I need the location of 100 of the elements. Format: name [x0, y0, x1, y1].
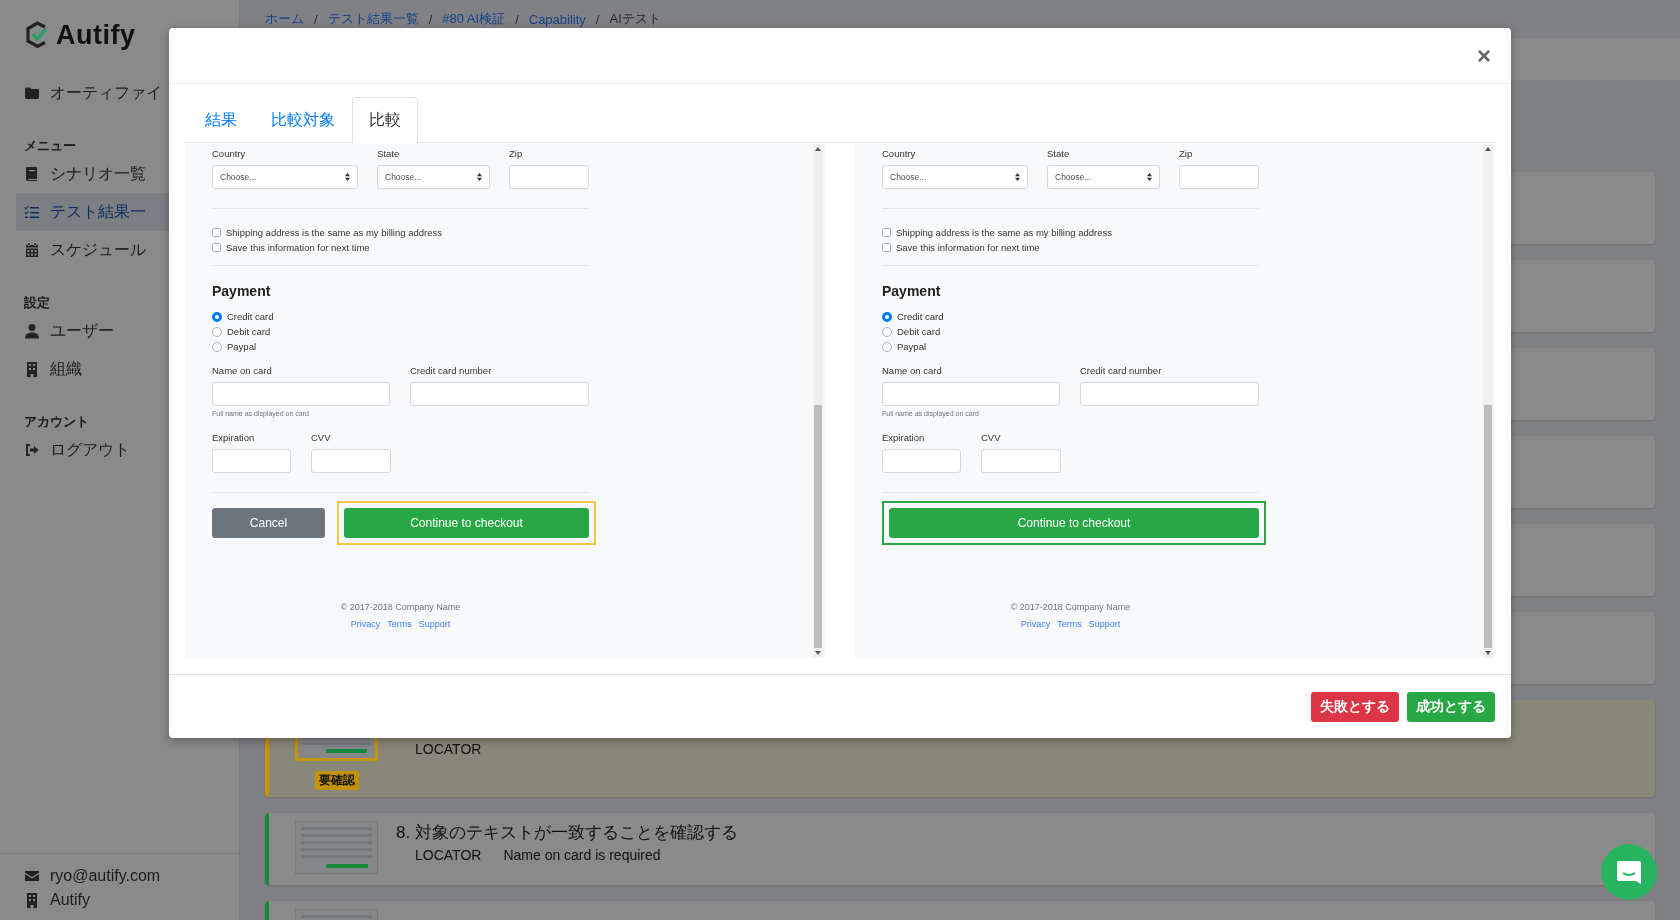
radio-button[interactable]: [212, 341, 222, 352]
scroll-up-icon[interactable]: [1485, 147, 1491, 152]
copyright-text: © 2017-2018 Company Name: [1010, 601, 1131, 614]
nav-item[interactable]: シナリオ一覧: [16, 155, 169, 193]
breadcrumb-separator: /: [314, 11, 318, 27]
input-field[interactable]: [509, 165, 589, 190]
breadcrumb-separator: /: [515, 11, 519, 27]
project-item[interactable]: オーティファイ: [16, 74, 169, 112]
nav-item[interactable]: スケジュール: [16, 231, 169, 269]
select-field[interactable]: Choose...: [1047, 165, 1160, 190]
input-field[interactable]: [882, 449, 961, 474]
checkbox-label: Shipping address is the same as my billing address: [896, 227, 1112, 239]
section-heading: メニュー: [24, 137, 76, 155]
user-icon: [24, 323, 40, 339]
sort-caret-icon: [1015, 173, 1020, 182]
book-icon: [24, 166, 40, 182]
input-field[interactable]: [981, 449, 1061, 474]
select-field[interactable]: Choose...: [882, 165, 1028, 190]
field-label: CVV: [311, 432, 332, 445]
field-label: Name on card: [882, 365, 943, 378]
radio-button[interactable]: [212, 326, 222, 337]
input-field[interactable]: [1179, 165, 1259, 190]
input-field[interactable]: [212, 382, 390, 407]
nav-item[interactable]: ユーザー: [16, 312, 169, 350]
section-heading: 設定: [24, 294, 50, 312]
nav-item[interactable]: テスト結果一: [16, 193, 169, 231]
locator-value: Name on card is required: [503, 846, 661, 865]
nav-item[interactable]: ログアウト: [16, 431, 169, 469]
checkbox-label: Save this information for next time: [896, 242, 1040, 254]
breadcrumb-link[interactable]: #80 AI検証: [442, 10, 506, 28]
footer-link[interactable]: Terms: [1057, 618, 1082, 631]
section-heading: Payment: [212, 283, 272, 300]
copyright-text: © 2017-2018 Company Name: [340, 601, 461, 614]
sort-caret-icon: [345, 173, 350, 182]
folder-icon: [24, 85, 40, 101]
radio-button[interactable]: [882, 326, 892, 337]
footer-link[interactable]: Terms: [387, 618, 412, 631]
field-label: Expiration: [882, 432, 926, 445]
breadcrumb-link[interactable]: Capability: [528, 11, 586, 27]
scrollbar[interactable]: [813, 144, 823, 659]
radio-button[interactable]: [882, 311, 892, 322]
checkbox[interactable]: [212, 228, 221, 238]
scroll-up-icon[interactable]: [815, 147, 821, 152]
sort-caret-icon: [1147, 173, 1152, 182]
checkbox[interactable]: [212, 243, 221, 253]
footer-link[interactable]: Privacy: [1020, 618, 1051, 631]
input-field[interactable]: [212, 449, 291, 474]
radio-button[interactable]: [212, 311, 222, 322]
scrollbar-thumb[interactable]: [814, 405, 822, 649]
footer-link[interactable]: Privacy: [350, 618, 381, 631]
tab[interactable]: 比較: [352, 97, 418, 144]
scrollbar-thumb[interactable]: [1484, 405, 1492, 649]
field-label: Zip: [1179, 148, 1194, 161]
scroll-down-icon[interactable]: [815, 651, 821, 656]
calendar-icon: [24, 242, 40, 258]
scroll-down-icon[interactable]: [1485, 651, 1491, 656]
radio-label: Credit card: [897, 311, 944, 323]
close-button[interactable]: ×: [1473, 43, 1495, 68]
radio-label: Debit card: [897, 326, 941, 338]
cancel-button[interactable]: Cancel: [212, 508, 325, 539]
checkbox-label: Save this information for next time: [226, 242, 370, 254]
pass-button[interactable]: 成功とする: [1407, 691, 1495, 722]
scrollbar[interactable]: [1483, 144, 1493, 659]
input-field[interactable]: [1080, 382, 1259, 407]
breadcrumb-link[interactable]: ホーム: [265, 10, 304, 28]
radio-button[interactable]: [882, 341, 892, 352]
checkbox-label: Shipping address is the same as my billing address: [226, 227, 442, 239]
locator-label: LOCATOR: [415, 846, 482, 865]
checkout-button[interactable]: Continue to checkout: [344, 508, 589, 539]
field-label: Name on card: [212, 365, 273, 378]
field-label: Country: [212, 148, 247, 161]
section-heading: Payment: [882, 283, 942, 300]
checkbox[interactable]: [882, 243, 891, 253]
field-label: Country: [882, 148, 917, 161]
footer-link[interactable]: Support: [418, 618, 451, 631]
footer-link[interactable]: Support: [1088, 618, 1121, 631]
status-badge: 要確認: [314, 771, 359, 790]
tab[interactable]: 結果: [188, 97, 254, 143]
step-title: 8. 対象のテキストが一致することを確認する: [396, 822, 738, 844]
field-label: Credit card number: [410, 365, 493, 378]
user-email: ryo@autify.com: [50, 867, 161, 885]
select-field[interactable]: Choose...: [377, 165, 490, 190]
breadcrumb-separator: /: [428, 11, 433, 27]
input-field[interactable]: [410, 382, 589, 407]
select-field[interactable]: Choose...: [212, 165, 358, 190]
field-label: Zip: [509, 148, 524, 161]
breadcrumb-separator: /: [595, 11, 600, 27]
input-field[interactable]: [311, 449, 391, 474]
envelope-icon: [24, 868, 40, 884]
field-label: Expiration: [212, 432, 256, 445]
radio-label: Paypal: [897, 341, 927, 353]
checkout-button[interactable]: Continue to checkout: [889, 508, 1259, 539]
radio-label: Credit card: [227, 311, 274, 323]
fail-button[interactable]: 失敗とする: [1311, 691, 1399, 722]
checkbox[interactable]: [882, 228, 891, 238]
nav-item[interactable]: 組織: [16, 350, 169, 388]
input-field[interactable]: [882, 382, 1060, 407]
building-icon: [24, 361, 40, 377]
tab[interactable]: 比較対象: [254, 97, 352, 143]
radio-label: Paypal: [227, 341, 257, 353]
